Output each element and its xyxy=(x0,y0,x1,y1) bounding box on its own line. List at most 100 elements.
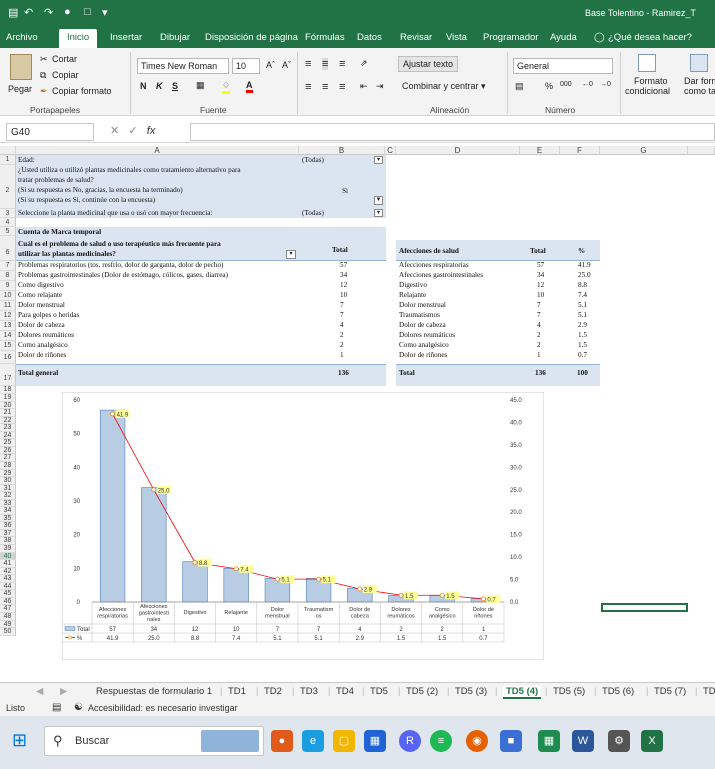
undo-icon[interactable]: ↶ xyxy=(24,6,33,19)
worksheet-grid[interactable]: A B C D E F G 1 2 3 4 5 6 7 8 9 10 11 12 13 14 15 16 17 1… xyxy=(0,146,715,682)
row-header[interactable]: 26 xyxy=(0,447,16,454)
chart-line-point[interactable] xyxy=(274,576,280,582)
scroll-left-icon[interactable]: ◀ xyxy=(36,686,43,697)
chart-line-point[interactable] xyxy=(398,592,404,598)
tab-insertar[interactable]: Insertar xyxy=(110,32,142,43)
indent-increase-icon[interactable]: ⇥ xyxy=(376,81,384,92)
copy-icon[interactable]: ⧉ xyxy=(40,70,46,81)
row-header[interactable]: 22 xyxy=(0,417,16,424)
row-header[interactable]: 18 xyxy=(0,386,16,394)
sheet-tab[interactable]: TD5 xyxy=(370,686,388,697)
row-header[interactable]: 24 xyxy=(0,432,16,439)
macro-record-icon[interactable]: ▤ xyxy=(52,702,61,713)
lightbulb-icon[interactable]: ◯ xyxy=(594,32,605,43)
underline-button[interactable]: S xyxy=(172,81,178,91)
row-header[interactable]: 15 xyxy=(0,341,16,351)
format-table-button-line2[interactable]: como ta xyxy=(684,86,715,96)
file-explorer-icon[interactable]: ▢ xyxy=(333,730,355,752)
select-all-corner[interactable] xyxy=(0,146,16,155)
row-header[interactable]: 31 xyxy=(0,485,16,492)
row-header[interactable]: 30 xyxy=(0,477,16,485)
filter-funnel-icon[interactable]: ▼ xyxy=(374,196,383,205)
row-header[interactable]: 14 xyxy=(0,331,16,341)
tell-me-search[interactable]: ¿Qué desea hacer? xyxy=(608,32,692,43)
format-painter-button[interactable]: Copiar formato xyxy=(52,86,112,96)
cut-button[interactable]: Cortar xyxy=(52,54,77,64)
app-blue-icon[interactable]: ■ xyxy=(500,730,522,752)
row-header[interactable]: 6 xyxy=(0,236,16,261)
conditional-format-button[interactable]: Formato xyxy=(634,76,668,86)
spotify-icon[interactable]: ≡ xyxy=(430,730,452,752)
chart-line-point[interactable] xyxy=(233,566,239,572)
increase-decimal-icon[interactable]: ←0 xyxy=(582,81,593,88)
row-header[interactable]: 39 xyxy=(0,545,16,553)
font-name-dropdown[interactable]: Times New Roman xyxy=(137,58,229,74)
excel-icon[interactable]: X xyxy=(641,730,663,752)
row-header[interactable]: 33 xyxy=(0,500,16,507)
paste-icon[interactable] xyxy=(10,54,32,80)
font-color-icon[interactable]: A xyxy=(246,80,253,93)
accessibility-status[interactable]: Accesibilidad: es necesario investigar xyxy=(88,703,238,713)
decrease-decimal-icon[interactable]: →0 xyxy=(600,81,611,88)
chart-line-point[interactable] xyxy=(439,592,445,598)
sheet-tab[interactable]: TD xyxy=(703,686,715,697)
column-header-a[interactable]: A xyxy=(16,146,299,155)
row-header[interactable]: 5 xyxy=(0,227,16,236)
align-bottom-icon[interactable]: ≡ xyxy=(339,58,345,70)
row-header[interactable]: 3 xyxy=(0,209,16,218)
row-header[interactable]: 19 xyxy=(0,394,16,402)
edge-icon[interactable]: e xyxy=(302,730,324,752)
pareto-chart[interactable]: 01020304050600.05.010.015.020.025.030.03… xyxy=(62,392,544,660)
row-header[interactable]: 7 xyxy=(0,261,16,271)
tab-disposicion[interactable]: Disposición de página xyxy=(205,32,298,43)
fill-color-icon[interactable]: ♢ xyxy=(222,80,231,94)
row-header[interactable]: 28 xyxy=(0,462,16,470)
row-header[interactable]: 21 xyxy=(0,409,16,417)
row-header[interactable]: 13 xyxy=(0,321,16,331)
column-header-extra[interactable] xyxy=(688,146,715,155)
row-header[interactable]: 17 xyxy=(0,364,16,386)
row-header[interactable]: 35 xyxy=(0,515,16,522)
tab-datos[interactable]: Datos xyxy=(357,32,382,43)
row-header[interactable]: 8 xyxy=(0,271,16,281)
row-header[interactable]: 37 xyxy=(0,530,16,537)
chart-line-point[interactable] xyxy=(357,586,363,592)
row-header[interactable]: 47 xyxy=(0,605,16,613)
number-format-dropdown[interactable]: General xyxy=(513,58,613,74)
tab-formulas[interactable]: Fórmulas xyxy=(305,32,345,43)
row-header[interactable]: 49 xyxy=(0,621,16,628)
tab-dibujar[interactable]: Dibujar xyxy=(160,32,190,43)
align-middle-icon[interactable]: ≡ xyxy=(322,58,329,70)
sheet-tab[interactable]: TD2 xyxy=(264,686,282,697)
thousands-button[interactable]: 000 xyxy=(560,81,572,88)
percent-button[interactable]: % xyxy=(545,81,553,91)
name-box[interactable]: G40 xyxy=(6,123,94,141)
filter-dropdown-icon[interactable]: ▾ xyxy=(374,156,383,164)
column-header-c[interactable]: C xyxy=(385,146,396,155)
selected-cell-g40[interactable] xyxy=(601,603,688,612)
row-header[interactable]: 27 xyxy=(0,454,16,462)
row-header[interactable]: 32 xyxy=(0,492,16,500)
row-header[interactable]: 36 xyxy=(0,522,16,530)
quick-access-icon[interactable]: ● xyxy=(64,6,71,18)
tab-archivo[interactable]: Archivo xyxy=(6,32,38,43)
row-header[interactable]: 38 xyxy=(0,537,16,545)
store-icon[interactable]: ▦ xyxy=(364,730,386,752)
row-header[interactable]: 46 xyxy=(0,598,16,605)
orientation-icon[interactable]: ⇗ xyxy=(360,58,368,69)
chart-line-point[interactable] xyxy=(151,487,157,493)
format-table-icon[interactable] xyxy=(690,54,708,72)
row-header[interactable]: 20 xyxy=(0,402,16,409)
fx-button[interactable]: fx xyxy=(147,125,156,137)
save-icon[interactable]: ▤ xyxy=(8,6,18,19)
sheet-tab[interactable]: Respuestas de formulario 1 xyxy=(96,686,212,697)
row-header[interactable]: 44 xyxy=(0,583,16,590)
accounting-format-icon[interactable]: ▤ xyxy=(515,81,524,92)
customize-toolbar-icon[interactable]: ▾ xyxy=(102,6,108,19)
cut-icon[interactable]: ✂ xyxy=(40,54,48,65)
sheet-tab[interactable]: TD5 (4) xyxy=(503,686,542,699)
chart-line-point[interactable] xyxy=(316,576,322,582)
row-header[interactable]: 29 xyxy=(0,470,16,477)
row-header[interactable]: 45 xyxy=(0,590,16,598)
conditional-format-button-line2[interactable]: condicional xyxy=(625,86,670,96)
